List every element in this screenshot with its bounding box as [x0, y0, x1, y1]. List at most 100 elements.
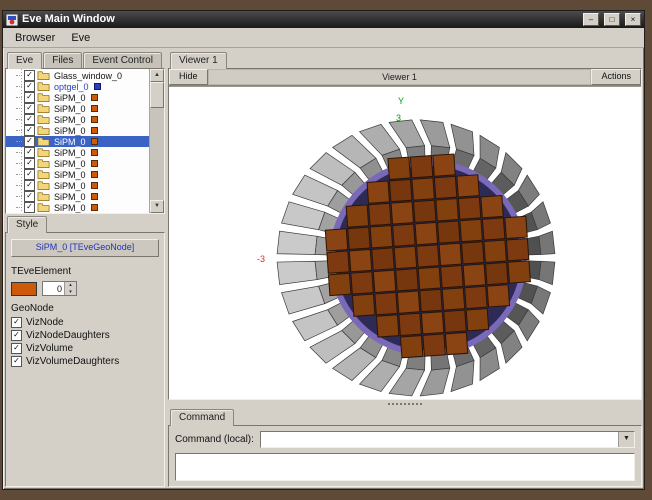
window-title: Eve Main Window — [22, 11, 578, 28]
checkbox[interactable]: ✓ — [11, 317, 22, 328]
material-badge — [91, 105, 98, 112]
folder-icon — [37, 180, 50, 191]
geonode-options: ✓VizNode✓VizNodeDaughters✓VizVolume✓VizV… — [11, 316, 159, 368]
visibility-checkbox[interactable]: ✓ — [24, 70, 35, 81]
folder-icon — [37, 114, 50, 125]
tree-connector — [16, 86, 22, 87]
visibility-checkbox[interactable]: ✓ — [24, 81, 35, 92]
visibility-checkbox[interactable]: ✓ — [24, 158, 35, 169]
command-panel: Command (local): ▼ — [168, 425, 642, 487]
folder-icon — [37, 125, 50, 136]
hide-button[interactable]: Hide — [169, 69, 208, 85]
tree-item-label: SiPM_0 — [52, 170, 88, 180]
folder-icon — [37, 70, 50, 81]
geonode-label: GeoNode — [11, 303, 159, 314]
checkbox-label: VizVolume — [26, 343, 73, 354]
menu-eve[interactable]: Eve — [64, 31, 97, 45]
tree-scrollbar[interactable]: ▲ ▼ — [149, 69, 164, 213]
scrollbar-thumb[interactable] — [150, 82, 164, 108]
tree-connector — [16, 196, 22, 197]
maximize-button[interactable]: □ — [604, 13, 620, 26]
tree-item-sipm_0[interactable]: ✓SiPM_0 — [6, 125, 149, 136]
right-panel: Viewer 1 Hide Viewer 1 Actions Y 3 -3 — [168, 50, 642, 487]
geonode-option-viznode[interactable]: ✓ VizNode — [11, 316, 159, 329]
tree-item-sipm_0[interactable]: ✓ SiPM_0 — [6, 92, 149, 103]
scroll-up-icon[interactable]: ▲ — [150, 69, 164, 82]
visibility-checkbox[interactable]: ✓ — [24, 180, 35, 191]
material-badge — [91, 116, 98, 123]
tree-connector — [16, 119, 22, 120]
tree-item-sipm_0[interactable]: ✓SiPM_0 — [6, 114, 149, 125]
checkbox[interactable]: ✓ — [11, 330, 22, 341]
tab-command[interactable]: Command — [170, 409, 234, 426]
folder-icon — [37, 136, 50, 147]
tree-connector — [16, 97, 22, 98]
material-badge — [91, 94, 98, 101]
visibility-checkbox[interactable]: ✓ — [24, 147, 35, 158]
y-axis-label: Y — [398, 96, 404, 106]
checkbox-label: VizNode — [26, 317, 64, 328]
tree-item-sipm_0[interactable]: ✓ SiPM_0 — [6, 169, 149, 180]
material-badge — [91, 127, 98, 134]
tree-item-sipm_0[interactable]: ✓SiPM_0 — [6, 147, 149, 158]
tree-item-sipm_0[interactable]: ✓SiPM_0 — [6, 136, 149, 147]
scrollbar-track[interactable] — [150, 108, 164, 200]
close-button[interactable]: × — [625, 13, 641, 26]
tree-item-sipm_0[interactable]: ✓ SiPM_0 — [6, 103, 149, 114]
viewer-title: Viewer 1 — [208, 69, 592, 85]
minimize-button[interactable]: – — [583, 13, 599, 26]
visibility-checkbox[interactable]: ✓ — [24, 202, 35, 213]
checkbox[interactable]: ✓ — [11, 356, 22, 367]
material-badge — [91, 193, 98, 200]
checkbox[interactable]: ✓ — [11, 343, 22, 354]
tree-item-optgel_0[interactable]: ✓optgel_0 — [6, 81, 149, 92]
visibility-checkbox[interactable]: ✓ — [24, 169, 35, 180]
folder-icon — [37, 92, 50, 103]
tab-eve[interactable]: Eve — [7, 52, 42, 69]
visibility-checkbox[interactable]: ✓ — [24, 114, 35, 125]
menu-browser[interactable]: Browser — [8, 31, 62, 45]
tree-item-glass_window_0[interactable]: ✓Glass_window_0 — [6, 70, 149, 81]
command-tab-bar: Command — [168, 407, 642, 425]
main-area: EveFilesEvent Control ✓Glass_window_0✓op… — [3, 48, 644, 489]
dropdown-arrow-icon[interactable]: ▼ — [618, 432, 634, 447]
scene-tree: ✓Glass_window_0✓optgel_0✓SiPM_0✓SiPM_0✓S… — [5, 68, 165, 214]
actions-button[interactable]: Actions — [591, 69, 641, 85]
command-combobox[interactable]: ▼ — [260, 431, 635, 448]
visibility-checkbox[interactable]: ✓ — [24, 125, 35, 136]
visibility-checkbox[interactable]: ✓ — [24, 92, 35, 103]
command-input[interactable] — [261, 432, 618, 447]
visibility-checkbox[interactable]: ✓ — [24, 103, 35, 114]
tree-item-label: SiPM_0 — [52, 104, 88, 114]
visibility-checkbox[interactable]: ✓ — [24, 136, 35, 147]
tab-style[interactable]: Style — [7, 216, 47, 233]
geonode-option-vizvolume[interactable]: ✓ VizVolume — [11, 342, 159, 355]
tree-item-sipm_0[interactable]: ✓SiPM_0 — [6, 191, 149, 202]
material-badge — [91, 149, 98, 156]
folder-icon — [37, 103, 50, 114]
color-swatch[interactable] — [11, 282, 37, 296]
tree-item-sipm_0[interactable]: ✓SiPM_0 — [6, 202, 149, 213]
geonode-option-vizvolumedaughters[interactable]: ✓VizVolumeDaughters — [11, 355, 159, 368]
visibility-checkbox[interactable]: ✓ — [24, 191, 35, 202]
tab-viewer-1[interactable]: Viewer 1 — [170, 52, 227, 69]
command-prompt-label: Command (local): — [175, 434, 254, 445]
material-badge — [91, 171, 98, 178]
tree-item-label: SiPM_0 — [52, 93, 88, 103]
command-output[interactable] — [175, 453, 635, 481]
tree-connector — [16, 130, 22, 131]
transparency-spinner[interactable]: 0 ▴ ▾ — [42, 281, 77, 296]
titlebar[interactable]: Eve Main Window – □ × — [3, 11, 644, 28]
tree-item-sipm_0[interactable]: ✓SiPM_0 — [6, 180, 149, 191]
tab-files[interactable]: Files — [43, 52, 82, 68]
tree-connector — [16, 163, 22, 164]
folder-icon — [37, 81, 50, 92]
tree-item-sipm_0[interactable]: ✓SiPM_0 — [6, 158, 149, 169]
spinner-down-icon[interactable]: ▾ — [65, 289, 76, 296]
viewport-3d[interactable]: Y 3 -3 — [169, 86, 641, 399]
scroll-down-icon[interactable]: ▼ — [150, 200, 164, 213]
tab-event-control[interactable]: Event Control — [83, 52, 162, 68]
material-badge — [91, 138, 98, 145]
geonode-option-viznodedaughters[interactable]: ✓VizNodeDaughters — [11, 329, 159, 342]
horizontal-splitter[interactable] — [168, 400, 642, 407]
